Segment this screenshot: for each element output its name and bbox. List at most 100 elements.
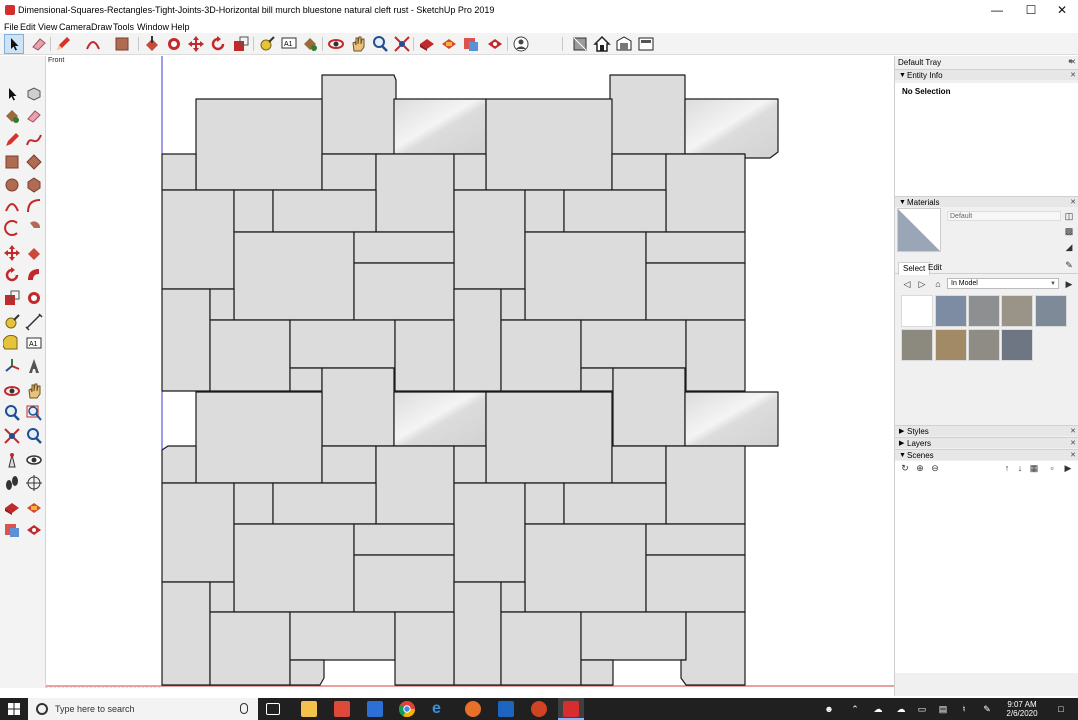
remove-scene-icon[interactable]: ⊖	[929, 462, 941, 474]
cloud-icon[interactable]: ☁	[896, 704, 906, 714]
model-viewport[interactable]: Front	[46, 56, 894, 688]
previous-view-icon[interactable]	[25, 427, 43, 445]
menu-draw[interactable]: Draw	[91, 21, 112, 33]
firefox-icon[interactable]	[465, 701, 481, 717]
dimension-icon[interactable]	[25, 313, 43, 331]
circle-icon[interactable]	[3, 176, 21, 194]
zoom-window-icon[interactable]	[25, 404, 43, 422]
material-swatch[interactable]	[901, 295, 933, 327]
push-pull-icon[interactable]	[25, 244, 43, 262]
pencil-icon[interactable]	[54, 35, 72, 53]
push-pull-icon[interactable]	[143, 35, 161, 53]
eraser-icon[interactable]	[25, 107, 43, 125]
tape-measure-icon[interactable]	[258, 35, 276, 53]
tab-edit[interactable]: Edit	[924, 262, 946, 274]
material-name-field[interactable]: Default	[947, 211, 1061, 221]
edge-icon[interactable]: e	[432, 701, 448, 717]
onedrive-icon[interactable]: ☁	[873, 704, 883, 714]
send-to-layout-icon[interactable]	[3, 521, 21, 539]
two-point-arc-icon[interactable]	[25, 197, 43, 215]
zoom-icon[interactable]	[3, 404, 21, 422]
material-swatch[interactable]	[935, 295, 967, 327]
follow-me-icon[interactable]	[25, 266, 43, 284]
text-icon[interactable]: A1	[280, 35, 298, 53]
default-material-icon[interactable]: ▩	[1063, 225, 1075, 237]
rotated-rectangle-icon[interactable]	[25, 153, 43, 171]
outlook-icon[interactable]	[498, 701, 514, 717]
tray-close-icon[interactable]: ✕	[1070, 57, 1076, 68]
scenes-header[interactable]: ▼ Scenes ✕	[895, 449, 1078, 460]
microphone-icon[interactable]	[240, 703, 248, 714]
material-swatch[interactable]	[901, 329, 933, 361]
material-swatch[interactable]	[935, 329, 967, 361]
extension-icon[interactable]	[25, 499, 43, 517]
protractor-icon[interactable]	[3, 335, 21, 353]
styles-close-icon[interactable]: ✕	[1070, 426, 1076, 437]
sketchup-layout-icon[interactable]	[334, 701, 350, 717]
line-icon[interactable]	[3, 131, 21, 149]
orbit-icon[interactable]	[327, 35, 345, 53]
section-plane-icon[interactable]	[25, 474, 43, 492]
extension-warehouse-icon[interactable]	[440, 35, 458, 53]
pen-icon[interactable]: ✎	[982, 704, 992, 714]
scenes-close-icon[interactable]: ✕	[1070, 450, 1076, 461]
pan-icon[interactable]	[349, 35, 367, 53]
text-icon[interactable]: A1	[25, 335, 43, 353]
material-swatch[interactable]	[1001, 329, 1033, 361]
zoom-extents-icon[interactable]	[393, 35, 411, 53]
materials-header[interactable]: ▼ Materials ✕	[895, 196, 1078, 207]
show-details-icon[interactable]: ▶	[1062, 462, 1074, 474]
material-swatch[interactable]	[968, 329, 1000, 361]
people-icon[interactable]: ☻	[824, 704, 834, 714]
back-icon[interactable]: ◁	[901, 278, 913, 290]
battery-icon[interactable]: ▭	[917, 704, 927, 714]
scale-icon[interactable]	[3, 289, 21, 307]
paint-bucket-icon[interactable]	[301, 35, 319, 53]
freehand-icon[interactable]	[25, 131, 43, 149]
arc-icon[interactable]	[3, 197, 21, 215]
style-builder-icon[interactable]	[367, 701, 383, 717]
zoom-icon[interactable]	[371, 35, 389, 53]
volume-muted-icon[interactable]: ♮	[959, 704, 969, 714]
layers-header[interactable]: ▶ Layers ✕	[895, 437, 1078, 448]
powerpoint-icon[interactable]	[531, 701, 547, 717]
menu-window[interactable]: Window	[137, 21, 169, 33]
material-swatch[interactable]	[1001, 295, 1033, 327]
position-camera-icon[interactable]	[3, 451, 21, 469]
paint-bucket-icon[interactable]	[3, 107, 21, 125]
close-button[interactable]: ✕	[1047, 2, 1077, 19]
polygon-icon[interactable]	[25, 176, 43, 194]
send-to-layout-icon[interactable]	[462, 35, 480, 53]
system-clock[interactable]: 9:07 AM 2/6/2020	[992, 700, 1052, 718]
make-component-icon[interactable]	[25, 85, 43, 103]
move-scene-up-icon[interactable]: ↑	[1001, 462, 1013, 474]
offset-icon[interactable]	[25, 289, 43, 307]
tape-measure-icon[interactable]	[3, 313, 21, 331]
file-explorer-icon[interactable]	[301, 701, 317, 717]
create-material-icon[interactable]: ◫	[1063, 210, 1075, 222]
menu-edit[interactable]: Edit	[20, 21, 36, 33]
styles-header[interactable]: ▶ Styles ✕	[895, 425, 1078, 436]
menu-view[interactable]: View	[38, 21, 57, 33]
front-view-icon[interactable]	[615, 35, 633, 53]
menu-file[interactable]: File	[4, 21, 19, 33]
display-secondary-icon[interactable]: ◢	[1063, 241, 1075, 253]
pie-icon[interactable]	[25, 219, 43, 237]
update-scene-icon[interactable]: ↻	[899, 462, 911, 474]
select-icon[interactable]	[3, 85, 21, 103]
move-scene-down-icon[interactable]: ↓	[1014, 462, 1026, 474]
3d-warehouse-icon[interactable]	[418, 35, 436, 53]
maximize-button[interactable]: ☐	[1016, 2, 1046, 19]
rectangle-icon[interactable]	[113, 35, 131, 53]
entity-info-header[interactable]: ▼ Entity Info ✕	[895, 69, 1078, 80]
3d-text-icon[interactable]	[25, 357, 43, 375]
section-plane-icon[interactable]	[571, 35, 589, 53]
orbit-icon[interactable]	[3, 382, 21, 400]
task-view-icon[interactable]	[266, 703, 280, 715]
minimize-button[interactable]: —	[982, 2, 1012, 19]
move-icon[interactable]	[3, 244, 21, 262]
home-view-icon[interactable]	[593, 35, 611, 53]
warehouse-icon[interactable]	[3, 499, 21, 517]
profile-icon[interactable]	[512, 35, 530, 53]
zoom-extents-icon[interactable]	[3, 427, 21, 445]
